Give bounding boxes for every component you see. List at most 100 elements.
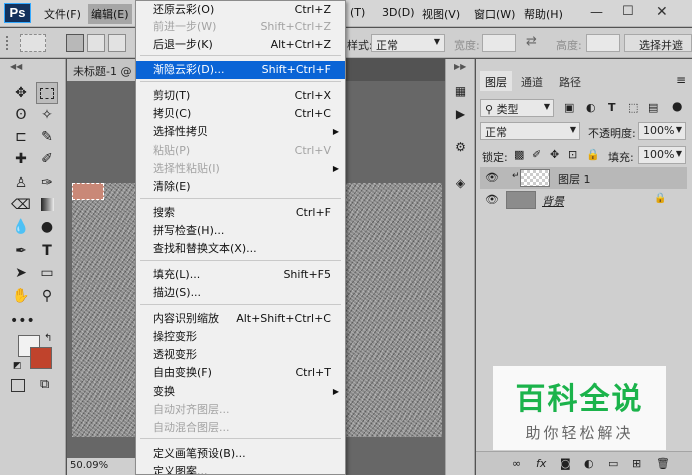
menu-help[interactable]: 帮助(H) — [524, 6, 563, 22]
menu-window[interactable]: 窗口(W) — [474, 6, 515, 22]
clone-stamp-tool-icon[interactable]: ♙ — [10, 172, 32, 194]
lock-transparent-icon[interactable]: ▩ — [514, 148, 524, 161]
type-filter-icon[interactable]: T — [608, 101, 616, 114]
filter-toggle-icon[interactable]: ● — [672, 99, 682, 113]
path-selection-tool-icon[interactable]: ➤ — [10, 262, 32, 284]
zoom-tool-icon[interactable]: ⚲ — [36, 285, 58, 307]
dodge-tool-icon[interactable]: ● — [36, 216, 58, 238]
close-icon[interactable]: ✕ — [656, 4, 668, 20]
hand-tool-icon[interactable]: ✋ — [10, 285, 32, 307]
marquee-preset-icon[interactable] — [20, 34, 46, 52]
layer-name[interactable]: 图层 1 — [558, 171, 591, 187]
lasso-tool-icon[interactable]: ʘ — [10, 104, 32, 126]
layer-name[interactable]: 背景 — [542, 193, 564, 209]
edit-menu-item[interactable]: 自由变换(F) Ctrl+T — [136, 364, 345, 382]
edit-menu-item[interactable]: 还原云彩(O) Ctrl+Z — [136, 1, 345, 19]
style-select[interactable]: 正常 ▼ — [371, 34, 445, 52]
subtract-selection-icon[interactable] — [108, 34, 126, 52]
edit-menu-item[interactable]: 内容识别缩放 Alt+Shift+Ctrl+C — [136, 310, 345, 328]
layer-row-1[interactable]: 👁 ↵ 图层 1 — [480, 167, 687, 189]
adjustment-layer-icon[interactable]: ◐ — [584, 457, 594, 470]
delete-layer-icon[interactable]: 🗑 — [656, 457, 670, 470]
background-color-swatch[interactable] — [30, 347, 52, 369]
edit-menu-item[interactable]: 拷贝(C) Ctrl+C — [136, 105, 345, 123]
opacity-input[interactable]: 100% ▼ — [638, 122, 686, 140]
blend-mode-select[interactable]: 正常 ▼ — [480, 122, 580, 140]
lock-position-icon[interactable]: ✥ — [550, 148, 559, 161]
new-selection-icon[interactable] — [66, 34, 84, 52]
height-input[interactable] — [586, 34, 620, 52]
swap-icon[interactable]: ⇄ — [526, 34, 537, 49]
collapse-icon[interactable]: ◀◀ — [10, 62, 22, 71]
lock-all-icon[interactable]: 🔒 — [586, 148, 600, 161]
rectangle-tool-icon[interactable]: ▭ — [36, 262, 58, 284]
edit-menu-item[interactable]: 渐隐云彩(D)... Shift+Ctrl+F — [136, 61, 345, 79]
edit-menu-item[interactable]: 透视变形 — [136, 346, 345, 364]
screen-mode-icon[interactable]: ⧉ — [40, 377, 49, 392]
edit-menu-item[interactable]: 拼写检查(H)... — [136, 222, 345, 240]
document-tab[interactable]: 未标题-1 @ — [67, 59, 139, 81]
new-layer-icon[interactable]: ⊞ — [632, 457, 641, 470]
history-panel-icon[interactable]: ▦ — [450, 81, 471, 102]
add-mask-icon[interactable]: ◙ — [560, 457, 571, 470]
pixel-filter-icon[interactable]: ▣ — [564, 101, 574, 114]
healing-brush-tool-icon[interactable]: ✚ — [10, 148, 32, 170]
add-selection-icon[interactable] — [87, 34, 105, 52]
maximize-icon[interactable]: ☐ — [622, 4, 634, 19]
edit-menu-item[interactable]: 变换 ▶ — [136, 383, 345, 401]
edit-menu-item[interactable]: 操控变形 — [136, 328, 345, 346]
edit-menu-item[interactable]: 查找和替换文本(X)... — [136, 240, 345, 258]
move-tool-icon[interactable]: ✥ — [10, 82, 32, 104]
select-and-mask-button[interactable]: 选择并遮 — [624, 34, 692, 52]
menu-type[interactable]: (T) — [350, 6, 365, 19]
menu-view[interactable]: 视图(V) — [422, 6, 460, 22]
type-tool-icon[interactable]: T — [36, 240, 58, 262]
new-group-icon[interactable]: ▭ — [608, 457, 618, 470]
edit-menu-item[interactable]: 搜索 Ctrl+F — [136, 204, 345, 222]
edit-menu-item[interactable]: 定义图案... — [136, 463, 345, 474]
swap-colors-icon[interactable]: ↰ — [44, 333, 52, 344]
layer-row-background[interactable]: 👁 背景 🔒 — [480, 189, 687, 211]
visibility-eye-icon[interactable]: 👁 — [485, 171, 499, 184]
fill-input[interactable]: 100% ▼ — [638, 146, 686, 164]
tab-layers[interactable]: 图层 — [480, 71, 512, 91]
zoom-level[interactable]: 50.09% — [67, 458, 135, 475]
edit-menu-item[interactable]: 定义画笔预设(B)... — [136, 445, 345, 463]
edit-menu-item[interactable]: 剪切(T) Ctrl+X — [136, 87, 345, 105]
menu-3d[interactable]: 3D(D) — [382, 6, 415, 19]
actions-play-icon[interactable]: ▶ — [450, 104, 471, 125]
eyedropper-tool-icon[interactable]: ✎ — [36, 126, 58, 148]
default-colors-icon[interactable]: ◩ — [13, 361, 22, 371]
width-input[interactable] — [482, 34, 516, 52]
edit-menu-item[interactable]: 选择性拷贝 ▶ — [136, 123, 345, 141]
edit-menu-item[interactable]: 后退一步(K) Alt+Ctrl+Z — [136, 36, 345, 54]
minimize-icon[interactable]: — — [590, 5, 603, 20]
pen-tool-icon[interactable]: ✒ — [10, 240, 32, 262]
history-brush-tool-icon[interactable]: ✑ — [36, 172, 58, 194]
tab-channels[interactable]: 通道 — [516, 71, 548, 91]
adjustment-filter-icon[interactable]: ◐ — [586, 101, 596, 114]
menu-edit[interactable]: 编辑(E) — [88, 4, 132, 24]
brush-tool-icon[interactable]: ✐ — [36, 148, 58, 170]
crop-tool-icon[interactable]: ⊏ — [10, 126, 32, 148]
more-tools-icon[interactable]: ••• — [10, 310, 35, 332]
adjustments-panel-icon[interactable]: ◈ — [450, 173, 471, 194]
lock-artboard-icon[interactable]: ⊡ — [568, 148, 577, 161]
edit-menu-item[interactable]: 清除(E) — [136, 178, 345, 196]
quick-mask-icon[interactable] — [11, 379, 25, 392]
blur-tool-icon[interactable]: 💧 — [10, 216, 32, 238]
link-layers-icon[interactable]: ∞ — [512, 457, 521, 470]
visibility-eye-icon[interactable]: 👁 — [485, 193, 499, 206]
eraser-tool-icon[interactable]: ⌫ — [10, 194, 32, 216]
layer-filter-select[interactable]: ⚲ 类型 ▼ — [480, 99, 554, 117]
menu-file[interactable]: 文件(F) — [44, 6, 81, 22]
magic-wand-tool-icon[interactable]: ✧ — [36, 104, 58, 126]
gradient-tool-icon[interactable] — [36, 194, 58, 216]
shape-filter-icon[interactable]: ⬚ — [628, 101, 638, 114]
panel-menu-icon[interactable]: ≡ — [676, 73, 686, 87]
expand-icon[interactable]: ▶▶ — [454, 62, 466, 71]
selection-marquee[interactable] — [72, 183, 104, 200]
fx-icon[interactable]: fx — [536, 457, 546, 470]
edit-menu-item[interactable]: 填充(L)... Shift+F5 — [136, 266, 345, 284]
marquee-tool-icon[interactable] — [36, 82, 58, 104]
